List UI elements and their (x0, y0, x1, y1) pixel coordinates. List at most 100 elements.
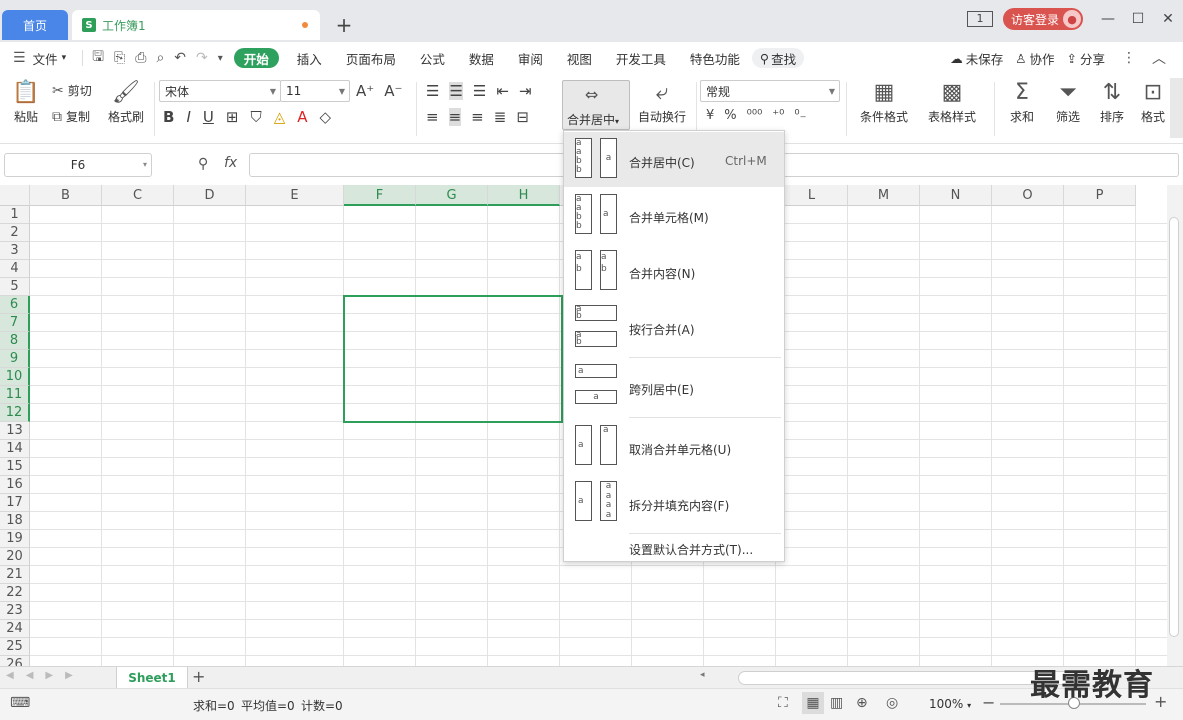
column-header-l[interactable]: L (776, 185, 848, 206)
column-header-e[interactable]: E (246, 185, 344, 206)
tab-home[interactable]: 首页 (2, 10, 68, 40)
minimize-button[interactable]: — (1093, 11, 1123, 27)
row-header-25[interactable]: 25 (0, 638, 30, 656)
menu-item-merge-cells[interactable]: aabb a 合并单元格(M) (564, 189, 784, 243)
indent-decrease-icon[interactable]: ⇤ (496, 82, 509, 100)
align-bottom-icon[interactable]: ☰ (473, 82, 486, 100)
menu-item-merge-content[interactable]: ab ab 合并内容(N) (564, 245, 784, 299)
row-header-26[interactable]: 26 (0, 656, 30, 666)
menu-formula[interactable]: 公式 (408, 42, 457, 74)
fx-icon[interactable]: fx (224, 155, 237, 171)
border-icon[interactable]: ⊞ (226, 108, 239, 126)
menu-file[interactable]: 文件 ▾ (31, 42, 79, 74)
row-header-17[interactable]: 17 (0, 494, 30, 512)
decrease-decimal-icon[interactable]: ⁰₋ (794, 108, 806, 123)
macro-icon[interactable]: ⌨ (10, 695, 30, 711)
row-header-19[interactable]: 19 (0, 530, 30, 548)
column-header-m[interactable]: M (848, 185, 920, 206)
cell-selection[interactable] (343, 295, 563, 423)
row-header-6[interactable]: 6 (0, 296, 30, 314)
scroll-left-icon[interactable]: ◂ (700, 670, 705, 680)
more-icon[interactable]: ⋮ (1117, 50, 1141, 66)
row-header-15[interactable]: 15 (0, 458, 30, 476)
row-header-3[interactable]: 3 (0, 242, 30, 260)
select-all-corner[interactable] (0, 185, 30, 206)
align-left-icon[interactable]: ≡ (426, 108, 439, 126)
column-header-d[interactable]: D (174, 185, 246, 206)
sort-button[interactable]: ⇅ 排序 (1092, 78, 1132, 125)
zoom-in-icon[interactable]: + (1154, 692, 1167, 711)
column-header-o[interactable]: O (992, 185, 1064, 206)
indent-increase-icon[interactable]: ⇥ (519, 82, 532, 100)
page-layout-view-icon[interactable]: ▥ (830, 695, 843, 711)
horizontal-scroll-thumb[interactable] (738, 671, 1078, 685)
maximize-button[interactable]: ☐ (1123, 11, 1153, 27)
column-header-f[interactable]: F (344, 185, 416, 206)
row-header-12[interactable]: 12 (0, 404, 30, 422)
row-header-2[interactable]: 2 (0, 224, 30, 242)
menu-insert[interactable]: 插入 (285, 42, 334, 74)
tab-workbook[interactable]: S 工作簿1 (72, 10, 320, 40)
row-header-13[interactable]: 13 (0, 422, 30, 440)
quick-access-more-icon[interactable]: ▾ (213, 53, 228, 64)
cut-button[interactable]: ✂ 剪切 (52, 82, 92, 99)
print-icon[interactable]: ⎙ (130, 50, 151, 66)
font-color-icon[interactable]: A (297, 108, 307, 126)
bold-icon[interactable]: B (163, 108, 174, 126)
share-button[interactable]: ⇪ 分享 (1061, 42, 1112, 74)
row-header-1[interactable]: 1 (0, 206, 30, 224)
format-painter-button[interactable]: 🖌 格式刷 (104, 78, 148, 125)
column-header-b[interactable]: B (30, 185, 102, 206)
row-header-21[interactable]: 21 (0, 566, 30, 584)
italic-icon[interactable]: I (186, 108, 190, 126)
close-button[interactable]: ✕ (1153, 11, 1183, 27)
row-header-23[interactable]: 23 (0, 602, 30, 620)
row-header-18[interactable]: 18 (0, 512, 30, 530)
menu-item-merge-by-row[interactable]: ab ab 按行合并(A) (564, 301, 784, 355)
menu-review[interactable]: 审阅 (506, 42, 555, 74)
font-grow-icon[interactable]: A⁺ (356, 82, 374, 100)
new-tab-button[interactable]: + (334, 12, 354, 38)
fullscreen-icon[interactable]: ⛶ (778, 695, 788, 711)
row-header-9[interactable]: 9 (0, 350, 30, 368)
ribbon-scroll-right[interactable] (1170, 78, 1183, 138)
currency-icon[interactable]: ¥ (706, 108, 714, 123)
font-name-select[interactable]: 宋体 ▼ (159, 80, 281, 102)
number-format-select[interactable]: 常规 ▼ (700, 80, 840, 102)
collapse-ribbon-icon[interactable]: ︿ (1147, 48, 1171, 68)
thousands-icon[interactable]: ⁰⁰⁰ (747, 108, 763, 123)
menu-page-layout[interactable]: 页面布局 (334, 42, 408, 74)
sum-button[interactable]: Σ 求和 (1002, 78, 1042, 125)
row-header-11[interactable]: 11 (0, 386, 30, 404)
vertical-scrollbar[interactable] (1167, 185, 1183, 666)
row-header-8[interactable]: 8 (0, 332, 30, 350)
print-preview-icon[interactable]: ⌕ (151, 50, 169, 66)
eraser-icon[interactable]: ◇ (320, 108, 332, 126)
name-box[interactable]: F6 ▾ (4, 153, 152, 177)
menu-start[interactable]: 开始 (233, 48, 279, 68)
undo-icon[interactable]: ↶ (169, 50, 191, 66)
row-header-20[interactable]: 20 (0, 548, 30, 566)
search-button[interactable]: ⚲ 查找 (751, 48, 805, 68)
redo-icon[interactable]: ↷ (191, 50, 213, 66)
row-header-10[interactable]: 10 (0, 368, 30, 386)
collab-button[interactable]: ♙ 协作 (1009, 42, 1060, 74)
save-icon[interactable]: 🖫 (87, 46, 109, 70)
login-button[interactable]: 访客登录 ● (1002, 8, 1083, 30)
page-count-badge[interactable]: 1 (966, 11, 993, 27)
align-top-icon[interactable]: ☰ (426, 82, 439, 100)
column-header-c[interactable]: C (102, 185, 174, 206)
menu-features[interactable]: 特色功能 (678, 42, 752, 74)
sheet-nav-icon[interactable]: ◀◀▶▶ (6, 670, 85, 681)
menu-item-center-across[interactable]: a a 跨列居中(E) (564, 359, 784, 415)
zoom-out-icon[interactable]: − (982, 693, 995, 712)
row-header-22[interactable]: 22 (0, 584, 30, 602)
underline-icon[interactable]: U (203, 108, 214, 126)
row-header-7[interactable]: 7 (0, 314, 30, 332)
menu-developer[interactable]: 开发工具 (604, 42, 678, 74)
align-center-icon[interactable]: ≡ (448, 108, 462, 126)
font-shrink-icon[interactable]: A⁻ (384, 82, 402, 100)
row-header-14[interactable]: 14 (0, 440, 30, 458)
percent-icon[interactable]: % (724, 108, 736, 123)
zoom-level[interactable]: 100% ▾ (929, 697, 971, 711)
